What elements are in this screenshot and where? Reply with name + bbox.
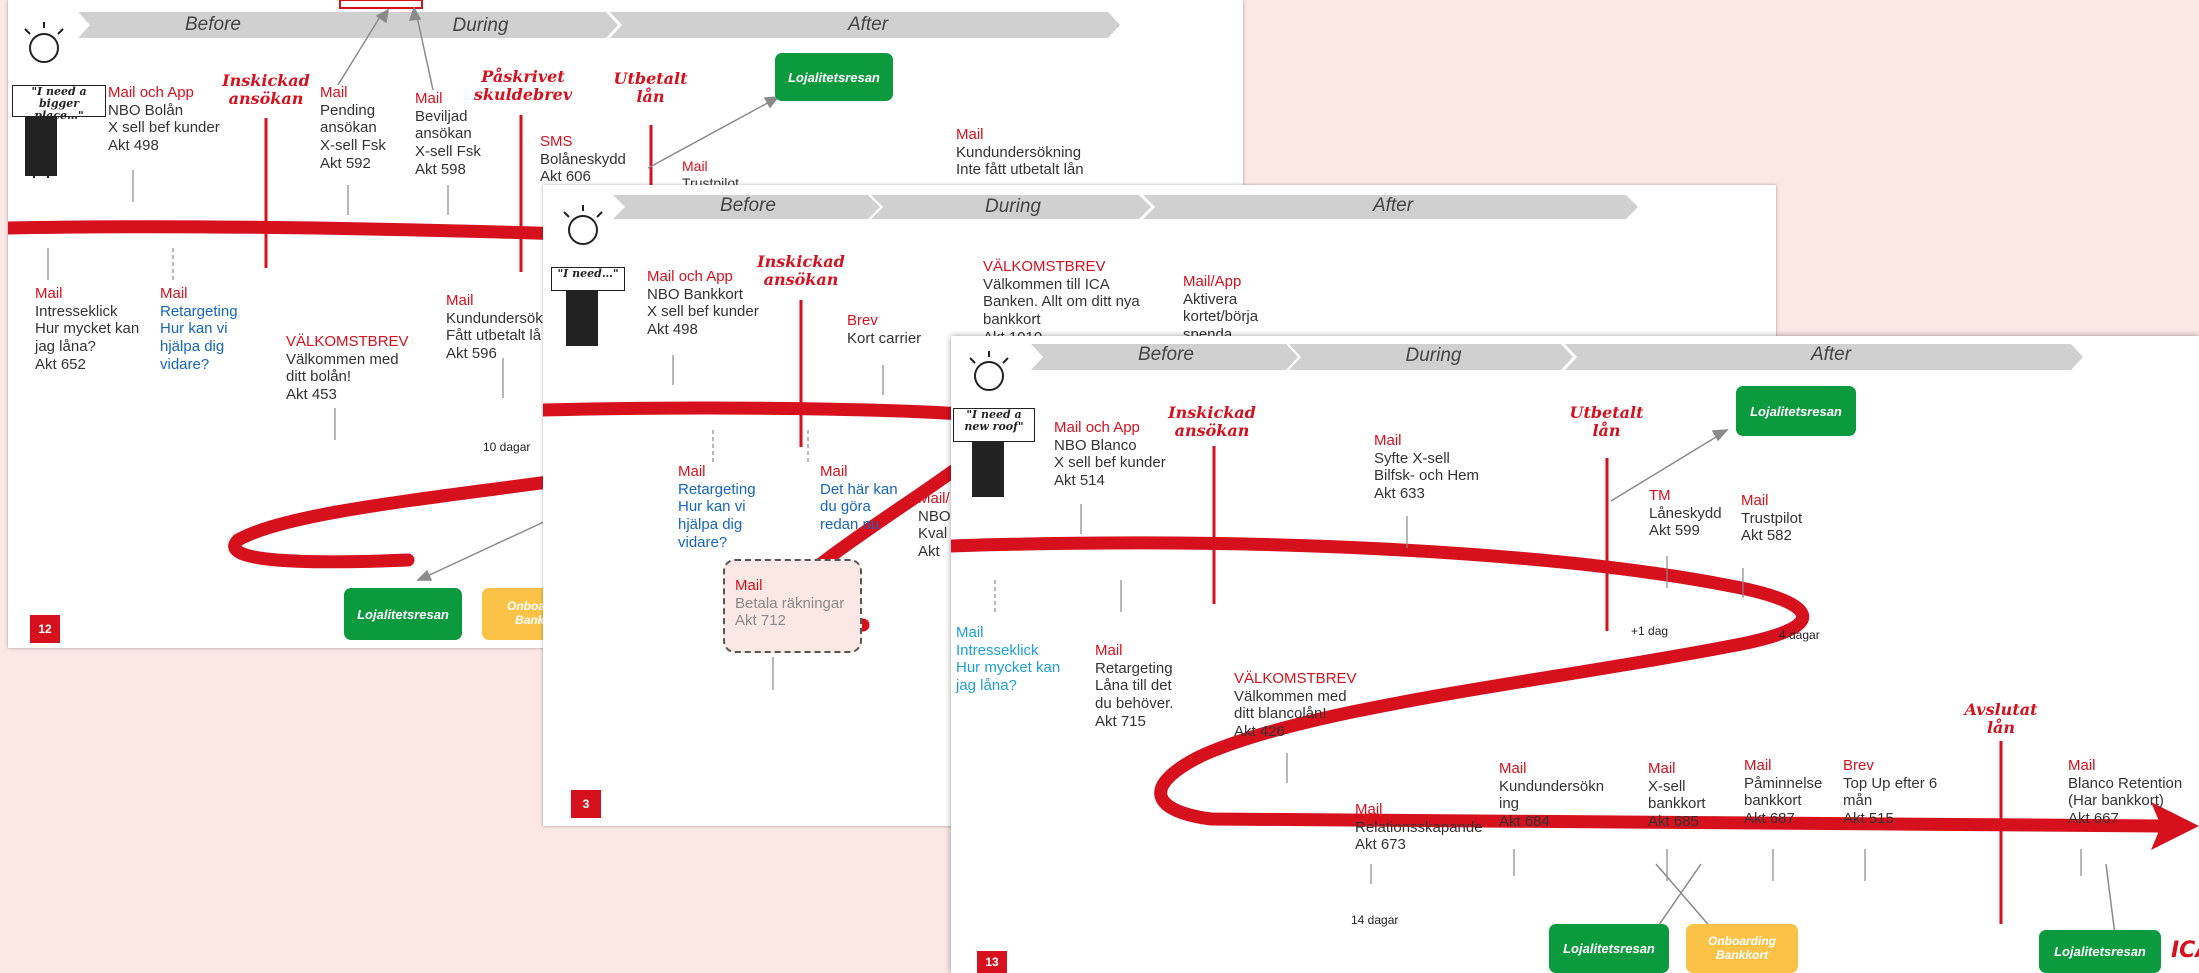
event-inskickad-ansokan-3: Inskickad ansökan [1168, 403, 1256, 441]
days-label: 10 dagar [483, 440, 531, 454]
days-label-14: 14 dagar [1351, 913, 1399, 927]
touchpoint-blanco-retention: Mail Blanco Retention (Har bankkort) Akt 6… [2068, 757, 2183, 828]
ica-logo: ICA [2171, 938, 2199, 963]
touchpoint-kundundersokning-3: Mail Kundundersökn ing Akt 684 [1499, 760, 1605, 831]
loyalty-button[interactable]: Lojalitetsresan [775, 53, 893, 101]
page-number-2: 3 [571, 790, 601, 818]
days-label-4: 4 dagar [1779, 628, 1820, 642]
touchpoint-retargeting: Mail Retargeting Hur kan vi hjälpa dig vida… [160, 285, 238, 373]
speech-sign-3: "I need a new roof" [953, 408, 1035, 442]
touchpoint-retargeting-3: Mail Retargeting Låna till det du behöver.… [1095, 642, 1174, 730]
touchpoint-xsell-bankkort: Mail X-sell bankkort Akt 685 [1648, 760, 1706, 831]
page-number-3: 13 [977, 951, 1007, 973]
touchpoint-syfte-xsell: Mail Syfte X-sell Bilfsk- och Hem Akt 633 [1374, 432, 1480, 503]
phase-before: Before [185, 14, 241, 35]
loyalty-button-bottom[interactable]: Lojalitetsresan [344, 588, 462, 640]
touchpoint-nbo-bolan: Mail och App NBO Bolån X sell bef kunder A… [108, 84, 220, 155]
touchpoint-kort-carrier: Brev Kort carrier [847, 312, 922, 347]
phase-after: After [847, 14, 889, 35]
phase-before-3: Before [1138, 344, 1194, 365]
touchpoint-valkomstbrev-3: VÄLKOMSTBREV Välkommen med ditt blancolån… [1234, 670, 1357, 741]
onboarding-button-3[interactable]: Onboarding Bankkort [1686, 924, 1798, 973]
touchpoint-top-up: Brev Top Up efter 6 mån Akt 515 [1843, 757, 1938, 828]
event-utbetalt-lan: Utbetalt lån [613, 69, 688, 107]
phase-before-2: Before [720, 195, 776, 216]
touchpoint-beviljad: Mail Beviljad ansökan X-sell Fsk Akt 598 [415, 90, 481, 178]
touchpoint-laneskydd: TM Låneskydd Akt 599 [1649, 487, 1722, 540]
touchpoint-kundundersokning-2: Mail Kundundersök Fått utbetalt lå Akt 596 [446, 292, 543, 363]
touchpoint-trustpilot-3: Mail Trustpilot Akt 582 [1741, 492, 1803, 545]
speech-sign-2: "I need…" [551, 267, 625, 291]
touchpoint-intresseklick: Mail Intresseklick Hur mycket kan jag låna… [35, 285, 140, 373]
phase-during-3: During [1405, 345, 1462, 366]
touchpoint-betala-rakningar: Mail Betala räkningar Akt 712 [735, 577, 845, 630]
touchpoint-retargeting-2: Mail Retargeting Hur kan vi hjälpa dig vida… [678, 463, 756, 551]
touchpoint-aktivera: Mail/App Aktivera kortet/börja spenda [1183, 273, 1259, 344]
page-number: 12 [30, 615, 60, 643]
event-avslutat-lan: Avslutat lån [1964, 700, 2038, 738]
phase-during: During [452, 15, 509, 36]
phase-after-2: After [1372, 195, 1414, 216]
touchpoint-relationsskapande: Mail Relationsskapande Akt 673 [1355, 801, 1483, 854]
event-inskickad-ansokan-2: Inskickad ansökan [757, 252, 845, 290]
loyalty-button-bottom-3[interactable]: Lojalitetsresan [1549, 924, 1669, 973]
touchpoint-valkomstbrev: VÄLKOMSTBREV Välkommen med ditt bolån! Akt… [286, 333, 409, 404]
speech-sign: "I need a bigger place…" [12, 85, 106, 122]
loyalty-button-end-3[interactable]: Lojalitetsresan [2039, 930, 2161, 973]
event-utbetalt-lan-3: Utbetalt lån [1569, 403, 1644, 441]
touchpoint-intresseklick-3: Mail Intresseklick Hur mycket kan jag låna… [956, 624, 1061, 695]
touchpoint-bolaneskydd: SMS Bolåneskydd Akt 606 [540, 133, 626, 186]
loyalty-button-top-3[interactable]: Lojalitetsresan [1736, 386, 1856, 436]
days-label-1: +1 dag [1631, 624, 1669, 638]
touchpoint-det-har-kan: Mail Det här kan du göra redan nu [820, 463, 898, 534]
touchpoint-kundundersokning: Mail Kundundersökning Inte fått utbetalt … [956, 126, 1084, 179]
touchpoint-pending: Mail Pending ansökan X-sell Fsk Akt 592 [320, 84, 386, 172]
touchpoint-nbo-blanco: Mail och App NBO Blanco X sell bef kunder… [1054, 419, 1166, 490]
phase-after-3: After [1810, 344, 1852, 365]
touchpoint-valkomstbrev-2: VÄLKOMSTBREV Välkommen till ICA Banken. A… [983, 258, 1140, 346]
phase-during-2: During [985, 196, 1041, 217]
event-inskickad-ansokan: Inskickad ansökan [222, 71, 310, 109]
slide-13: "I need a new roof" Before During After … [951, 336, 2199, 973]
touchpoint-paminnelse-bankkort: Mail Påminnelse bankkort Akt 687 [1744, 757, 1823, 828]
event-paskrivet-skuldebrev: Påskrivet skuldebrev [473, 67, 573, 105]
touchpoint-nbo-bankkort: Mail och App NBO Bankkort X sell bef kund… [647, 268, 759, 339]
touchpoint-nbo-kval: Mail/ NBO Kval Akt [918, 490, 951, 561]
